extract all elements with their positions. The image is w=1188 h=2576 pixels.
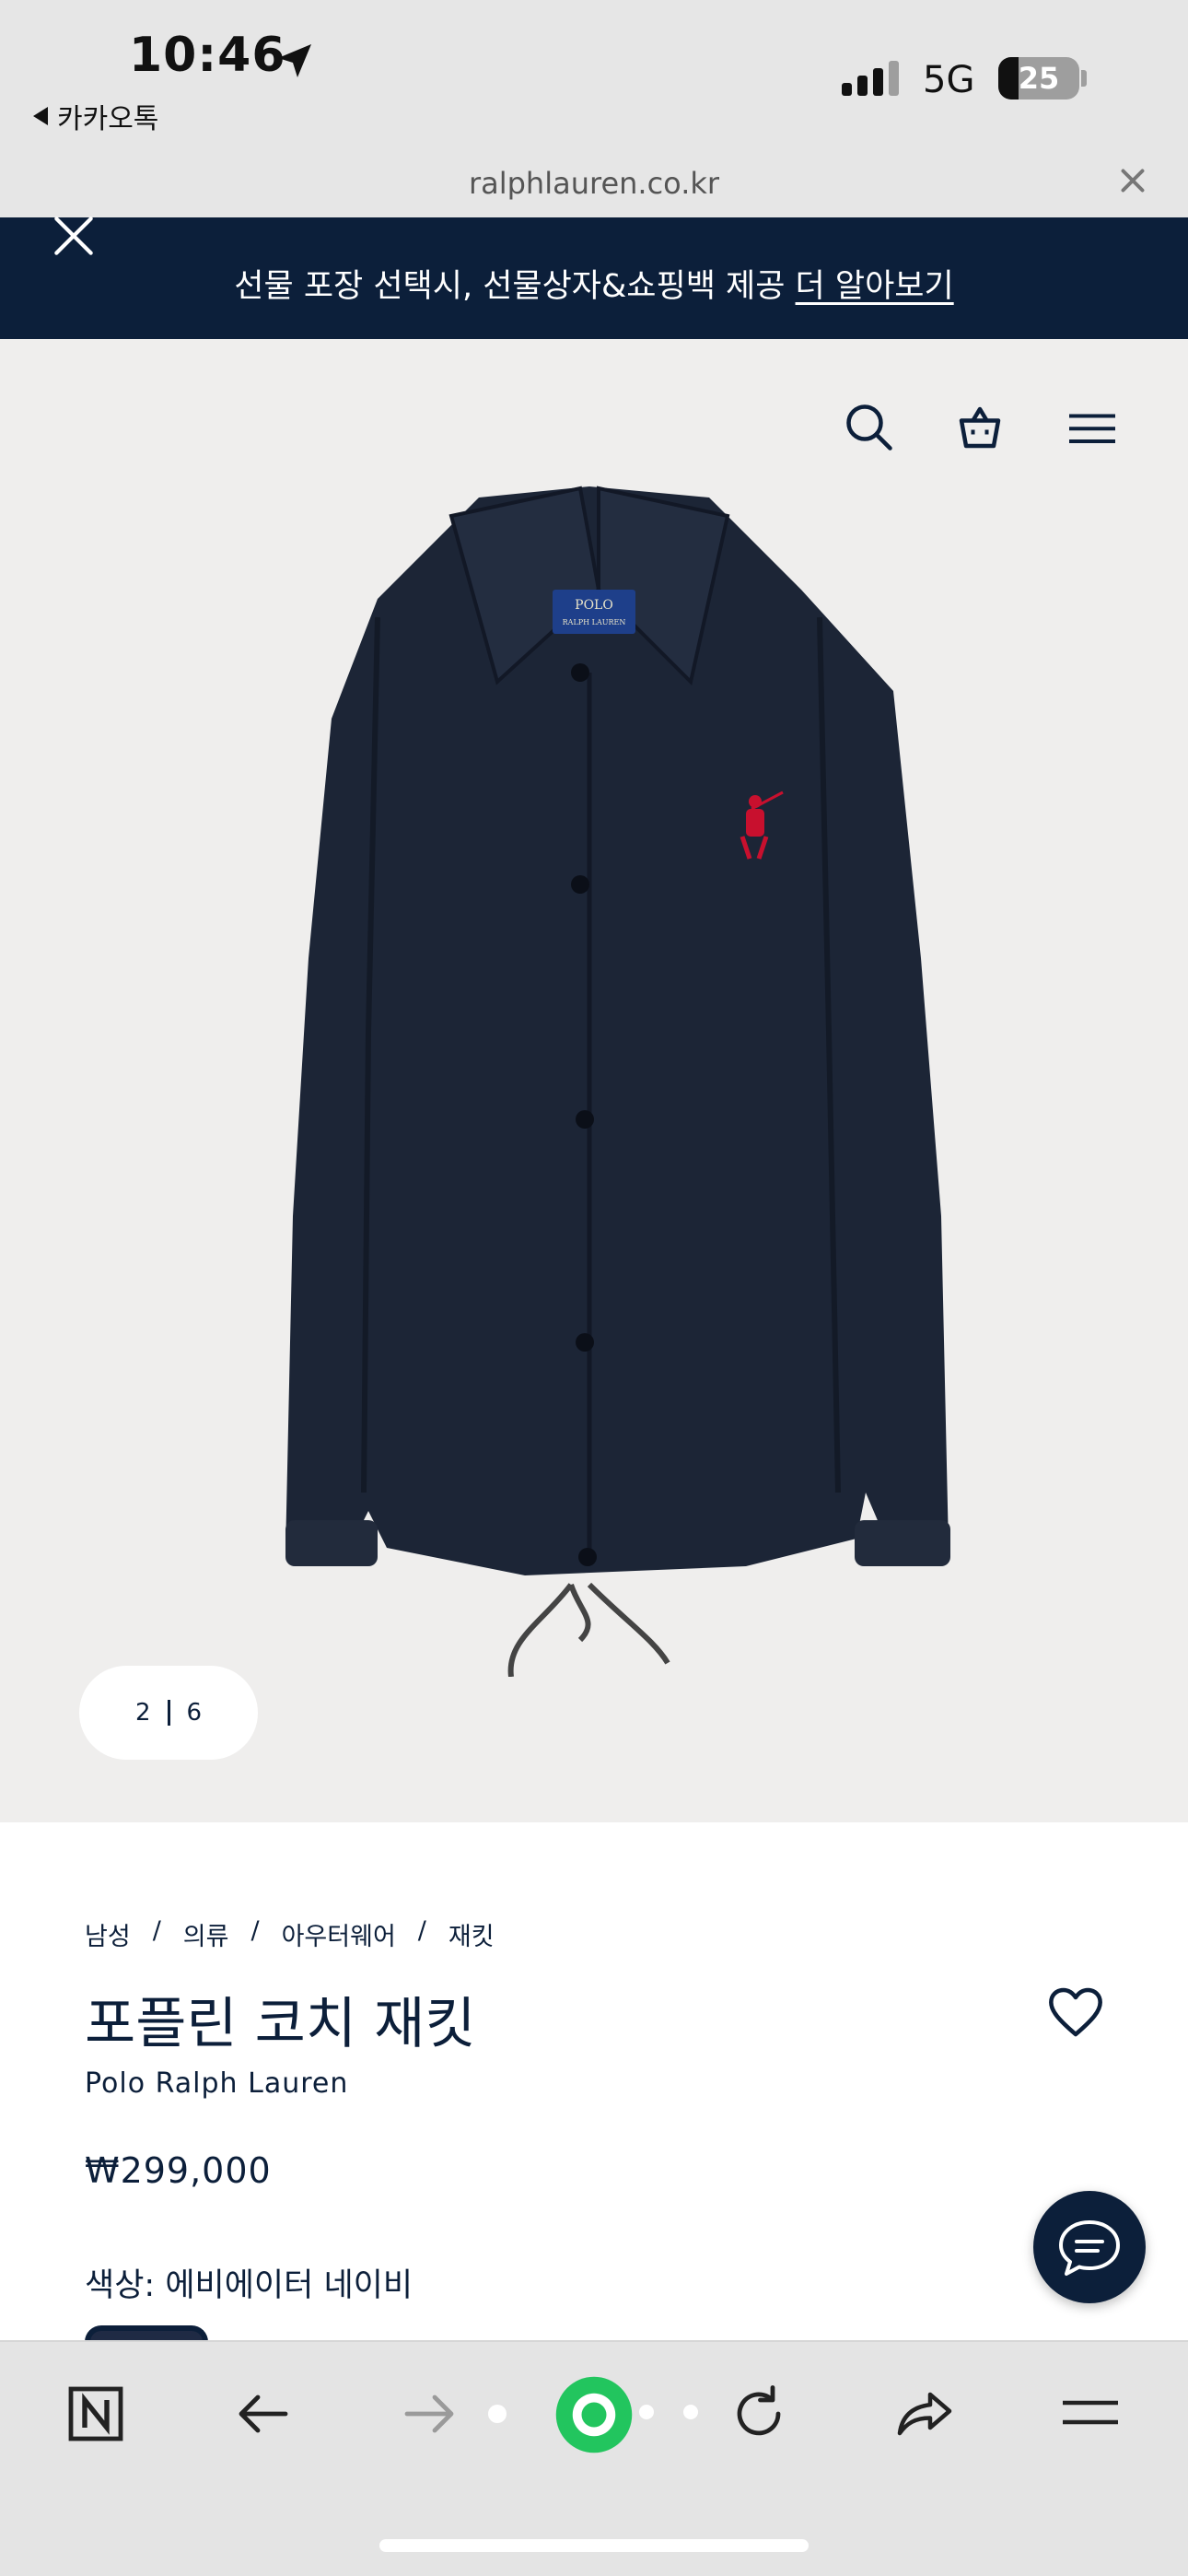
product-price: ₩299,000 <box>85 2150 272 2191</box>
green-dot-icon[interactable] <box>553 2373 635 2456</box>
promo-message: 선물 포장 선택시, 선물상자&쇼핑백 제공 <box>234 268 796 305</box>
battery-icon: 25 <box>998 57 1079 100</box>
image-counter-current: 2 <box>134 1699 151 1727</box>
page-dot <box>488 2405 507 2423</box>
breadcrumb-item-jackets[interactable]: 재킷 <box>448 1916 495 1952</box>
toolbar-menu-icon[interactable] <box>1057 2381 1124 2447</box>
address-bar-url[interactable]: ralphlauren.co.kr <box>0 166 1188 201</box>
breadcrumb-separator: / <box>152 1916 161 1945</box>
banner-close-icon[interactable] <box>48 210 99 262</box>
refresh-icon[interactable] <box>726 2381 792 2447</box>
page-dot <box>639 2405 654 2419</box>
close-browser-icon[interactable] <box>1116 164 1149 197</box>
breadcrumb: 남성 / 의류 / 아우터웨어 / 재킷 <box>85 1916 495 1952</box>
cellular-signal-icon <box>842 61 899 96</box>
back-app-label: 카카오톡 <box>57 103 159 135</box>
promo-banner-text: 선물 포장 선택시, 선물상자&쇼핑백 제공 더 알아보기 <box>0 260 1188 307</box>
back-arrow-icon[interactable] <box>230 2381 297 2447</box>
breadcrumb-item-clothing[interactable]: 의류 <box>183 1916 229 1952</box>
bag-icon[interactable] <box>952 400 1007 455</box>
product-image-jacket: POLO RALPH LAUREN <box>285 486 950 1677</box>
image-counter: 2 6 <box>79 1666 258 1760</box>
status-time: 10:46 <box>129 28 286 83</box>
promo-learn-more-link[interactable]: 더 알아보기 <box>796 268 954 305</box>
menu-icon[interactable] <box>1065 400 1120 455</box>
chat-bubble-icon <box>1059 2220 1120 2276</box>
network-type: 5G <box>923 59 975 101</box>
product-brand[interactable]: Polo Ralph Lauren <box>85 2067 348 2100</box>
back-triangle-icon <box>33 107 48 125</box>
forward-arrow-icon[interactable] <box>396 2381 462 2447</box>
image-counter-divider <box>167 1700 170 1726</box>
naver-home-icon[interactable] <box>63 2381 129 2447</box>
location-arrow-icon <box>278 44 311 77</box>
breadcrumb-separator: / <box>250 1916 260 1945</box>
back-to-app-button[interactable]: 카카오톡 <box>33 96 158 136</box>
wishlist-heart-icon[interactable] <box>1046 1985 1105 2040</box>
search-icon[interactable] <box>842 400 897 455</box>
battery-tip <box>1081 70 1087 87</box>
home-indicator <box>379 2539 809 2552</box>
image-counter-total: 6 <box>186 1699 203 1727</box>
breadcrumb-separator: / <box>417 1916 426 1945</box>
chat-button[interactable] <box>1033 2191 1146 2303</box>
product-title: 포플린 코치 재킷 <box>85 1992 476 2056</box>
page-dot <box>683 2405 698 2419</box>
battery-percent: 25 <box>1018 61 1060 96</box>
breadcrumb-item-men[interactable]: 남성 <box>85 1916 131 1952</box>
breadcrumb-item-outerwear[interactable]: 아우터웨어 <box>282 1916 396 1952</box>
product-color-label: 색상: 에비에이터 네이비 <box>85 2267 413 2304</box>
neck-label-line1: POLO <box>575 598 613 613</box>
share-icon[interactable] <box>891 2381 958 2447</box>
neck-label-line2: RALPH LAUREN <box>563 618 626 626</box>
